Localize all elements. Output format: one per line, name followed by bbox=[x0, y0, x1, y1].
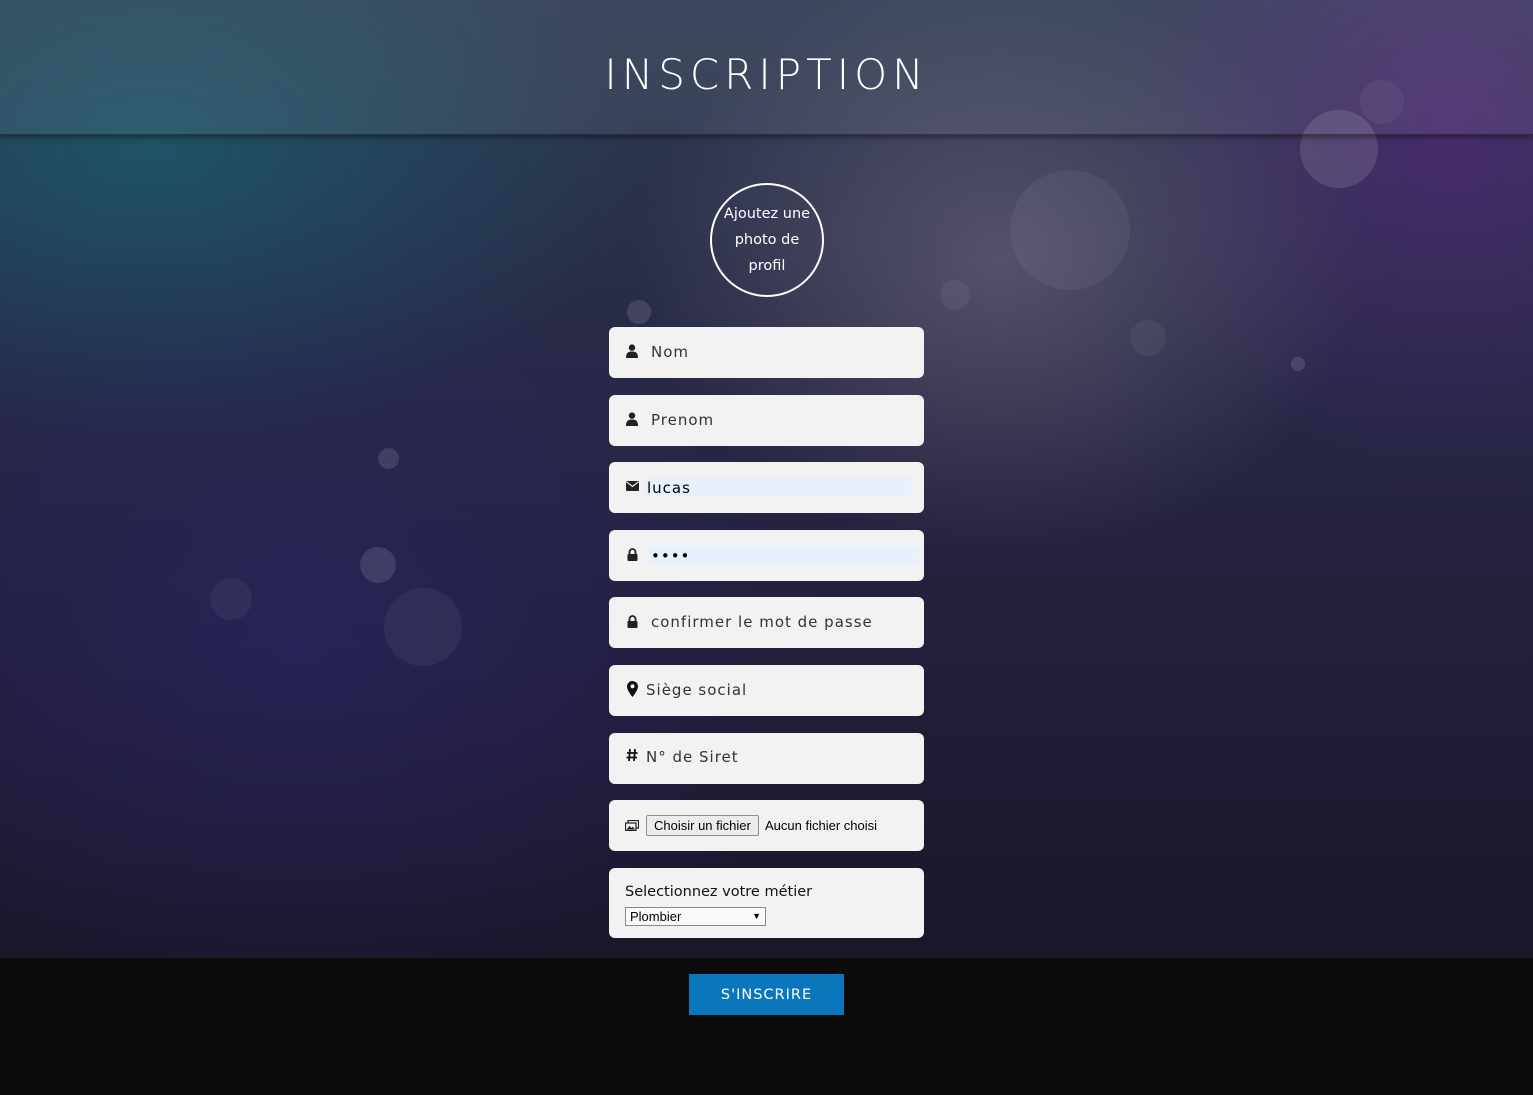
siege-social-field bbox=[609, 665, 924, 716]
logo-file-field: Choisir un fichier Aucun fichier choisi bbox=[609, 800, 924, 851]
bokeh-light bbox=[384, 588, 462, 666]
bokeh-light bbox=[940, 280, 970, 310]
bokeh-light bbox=[1130, 320, 1166, 356]
dropdown-arrow-icon: ▼ bbox=[752, 911, 761, 921]
map-marker-icon bbox=[625, 680, 639, 698]
siret-field bbox=[609, 733, 924, 784]
bokeh-light bbox=[360, 547, 396, 583]
user-icon bbox=[625, 410, 639, 428]
envelope-icon bbox=[625, 477, 639, 495]
page-title: INSCRIPTION bbox=[604, 50, 929, 99]
siege-social-input[interactable] bbox=[644, 679, 903, 701]
lock-icon bbox=[625, 545, 639, 563]
signup-page: INSCRIPTION Ajoutez une photo de profil bbox=[0, 0, 1533, 1095]
email-field bbox=[609, 462, 924, 513]
metier-select[interactable]: Plombier ▼ bbox=[625, 907, 766, 926]
prenom-input[interactable] bbox=[649, 409, 908, 431]
bokeh-light bbox=[1010, 170, 1130, 290]
bokeh-light bbox=[1291, 357, 1305, 371]
lock-icon bbox=[625, 612, 639, 630]
metier-selected-value: Plombier bbox=[630, 909, 682, 924]
nom-field bbox=[609, 327, 924, 378]
file-status-text: Aucun fichier choisi bbox=[765, 818, 877, 833]
add-profile-photo-button[interactable]: Ajoutez une photo de profil bbox=[710, 183, 824, 297]
sinscrire-button[interactable]: S'INSCRIRE bbox=[689, 974, 844, 1015]
add-profile-photo-label: Ajoutez une photo de profil bbox=[723, 206, 811, 274]
metier-label: Selectionnez votre métier bbox=[625, 884, 813, 900]
nom-input[interactable] bbox=[649, 341, 908, 363]
bokeh-light bbox=[627, 300, 651, 324]
password-field bbox=[609, 530, 924, 581]
bokeh-light bbox=[210, 578, 252, 620]
confirm-password-input[interactable] bbox=[649, 611, 908, 633]
siret-input[interactable] bbox=[644, 746, 903, 768]
image-icon bbox=[625, 816, 639, 834]
user-icon bbox=[625, 342, 639, 360]
hash-icon bbox=[625, 746, 639, 764]
email-input[interactable] bbox=[645, 478, 911, 497]
password-input[interactable] bbox=[649, 546, 919, 565]
confirm-password-field bbox=[609, 597, 924, 648]
bokeh-light bbox=[378, 448, 399, 469]
choose-file-button[interactable]: Choisir un fichier bbox=[646, 815, 759, 836]
metier-field: Selectionnez votre métier Plombier ▼ bbox=[609, 868, 924, 938]
prenom-field bbox=[609, 395, 924, 446]
